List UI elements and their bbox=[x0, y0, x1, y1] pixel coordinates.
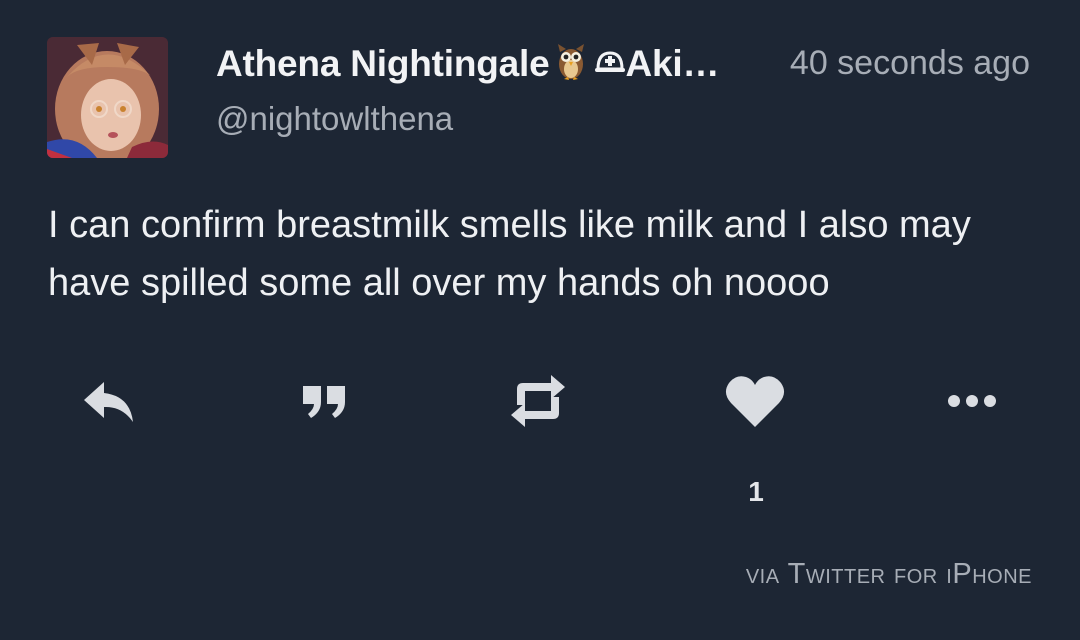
avatar-image bbox=[47, 37, 168, 158]
user-handle[interactable]: @nightowlthena bbox=[216, 100, 453, 138]
quote-icon bbox=[303, 386, 345, 418]
retweet-button[interactable] bbox=[506, 370, 570, 432]
more-button[interactable] bbox=[940, 370, 1004, 432]
display-name-text: Athena Nightingale bbox=[216, 43, 550, 84]
display-name-suffix: Aki… bbox=[625, 43, 720, 84]
reply-icon bbox=[84, 382, 133, 422]
more-icon bbox=[948, 395, 996, 407]
avatar[interactable] bbox=[47, 37, 168, 158]
tweet-card: Athena Nightingale Aki… 40 seconds ago @… bbox=[0, 0, 1080, 640]
retweet-icon bbox=[511, 375, 565, 427]
quote-button[interactable] bbox=[292, 370, 356, 432]
like-button[interactable] bbox=[722, 370, 788, 432]
like-count[interactable]: 1 bbox=[730, 476, 782, 508]
display-name[interactable]: Athena Nightingale Aki… bbox=[216, 42, 720, 91]
owl-icon bbox=[556, 42, 586, 91]
helmet-icon bbox=[594, 46, 626, 88]
timestamp[interactable]: 40 seconds ago bbox=[790, 44, 1030, 83]
tweet-text: I can confirm breastmilk smells like mil… bbox=[48, 204, 971, 304]
action-bar bbox=[0, 370, 1080, 432]
reply-button[interactable] bbox=[76, 370, 140, 432]
heart-icon bbox=[725, 376, 785, 427]
tweet-source: via Twitter for iPhone bbox=[745, 558, 1032, 590]
